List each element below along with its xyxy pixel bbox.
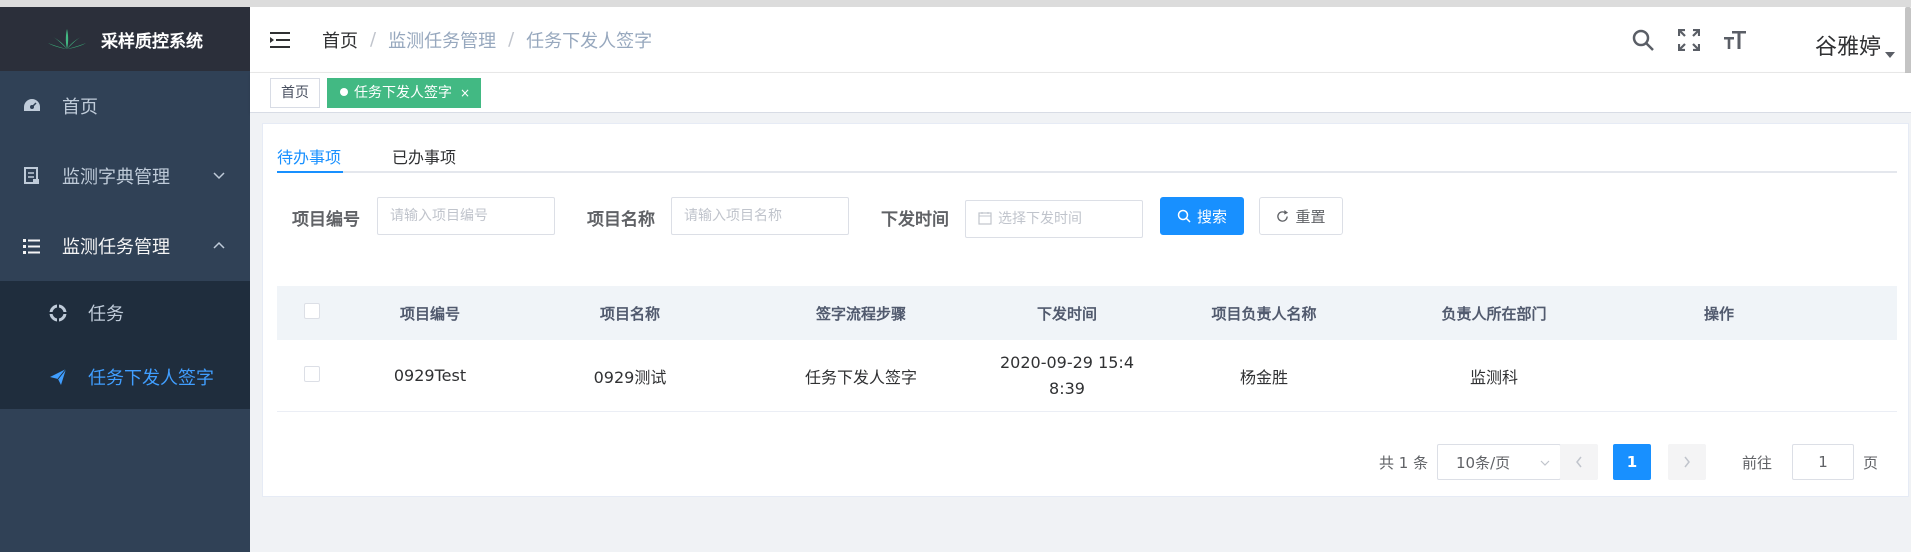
reset-button[interactable]: 重置: [1259, 197, 1343, 235]
project-no-label: 项目编号: [292, 210, 360, 230]
sidebar-item-label: 监测任务管理: [62, 237, 170, 258]
issue-time-picker[interactable]: 选择下发时间: [965, 200, 1143, 238]
reset-button-label: 重置: [1295, 207, 1326, 226]
app-title: 采样质控系统: [101, 31, 203, 52]
goto-prefix: 前往: [1742, 454, 1773, 472]
column-header[interactable]: 签字流程步骤: [747, 303, 975, 324]
project-no-input[interactable]: 请输入项目编号: [377, 197, 555, 235]
column-header[interactable]: 项目名称: [513, 303, 747, 324]
prev-page-button[interactable]: [1560, 444, 1598, 480]
cell-issue-time-line: 8:39: [1049, 378, 1085, 398]
sidebar-subitem-label: 任务下发人签字: [88, 368, 214, 389]
main-content: 待办事项 已办事项 项目编号 请输入项目编号 项目名称 请输入项目名称 下发时间…: [250, 113, 1911, 552]
cell-issue-time-line: 2020-09-29 15:4: [1000, 352, 1134, 372]
chevron-down-icon: [1540, 460, 1550, 466]
sidebar-item-task-management[interactable]: 监测任务管理: [0, 211, 250, 281]
font-size-icon[interactable]: [1721, 26, 1749, 54]
cell-owner: 杨金胜: [1239, 367, 1288, 387]
goto-page-input[interactable]: 1: [1792, 444, 1854, 480]
row-checkbox[interactable]: [304, 365, 320, 382]
top-navbar: 首页 / 监测任务管理 / 任务下发人签字 谷雅婷: [250, 7, 1911, 89]
pagination-total: 共 1 条: [1379, 454, 1429, 472]
content-card: 待办事项 已办事项 项目编号 请输入项目编号 项目名称 请输入项目名称 下发时间…: [262, 123, 1909, 497]
chevron-right-icon: [1684, 456, 1690, 468]
page-size-select[interactable]: 10条/页: [1437, 444, 1561, 480]
project-name-input[interactable]: 请输入项目名称: [671, 197, 849, 235]
table-row[interactable]: 0929Test 0929测试 任务下发人签字 2020-09-29 15:4 …: [277, 340, 1897, 412]
window-top-border: [0, 0, 1911, 7]
issue-time-placeholder: 选择下发时间: [998, 211, 1082, 227]
chevron-left-icon: [1576, 456, 1582, 468]
page-size-value: 10条/页: [1456, 453, 1511, 472]
project-name-label: 项目名称: [587, 210, 655, 230]
sidebar-subitem-task[interactable]: 任务: [0, 281, 250, 345]
breadcrumb-item: 监测任务管理: [388, 30, 497, 52]
sidebar-item-dictionary[interactable]: 监测字典管理: [0, 141, 250, 211]
breadcrumb-item-home[interactable]: 首页: [322, 27, 358, 53]
tab-active-indicator: [277, 171, 343, 173]
search-button-label: 搜索: [1196, 207, 1227, 226]
tag-label: 任务下发人签字: [354, 85, 452, 101]
lotus-logo-icon: [48, 29, 86, 49]
tab-bar: 待办事项 已办事项: [277, 140, 1897, 173]
lifebuoy-icon: [48, 303, 68, 323]
header-tools: 谷雅婷: [1629, 7, 1911, 89]
issue-time-label: 下发时间: [881, 210, 949, 230]
document-icon: [22, 166, 42, 186]
cell-project-name: 0929测试: [593, 367, 667, 387]
column-header: 操作: [1703, 304, 1734, 323]
tag-task-signer[interactable]: 任务下发人签字 ×: [327, 78, 482, 108]
tab-todo[interactable]: 待办事项: [277, 144, 341, 168]
breadcrumb-item-current: 任务下发人签字: [526, 30, 653, 52]
app-logo-bar[interactable]: 采样质控系统: [0, 7, 250, 71]
tab-done[interactable]: 已办事项: [392, 144, 456, 168]
close-icon[interactable]: ×: [460, 86, 470, 100]
dashboard-icon: [22, 96, 42, 116]
column-header[interactable]: 负责人所在部门: [1369, 303, 1619, 324]
column-header[interactable]: 项目编号: [347, 303, 513, 324]
tags-view: 首页 任务下发人签字 ×: [250, 73, 1911, 113]
search-icon: [1177, 209, 1191, 223]
sidebar-item-label: 首页: [62, 97, 98, 118]
calendar-icon: [978, 212, 992, 225]
submenu-task-management: 任务 任务下发人签字: [0, 281, 250, 409]
sidebar-item-label: 监测字典管理: [62, 167, 170, 188]
sidebar-subitem-task-signer[interactable]: 任务下发人签字: [0, 345, 250, 409]
breadcrumb-separator: /: [508, 29, 515, 50]
task-table: 项目编号 项目名称 签字流程步骤 下发时间 项目负责人名称 负责人所在部门 操作…: [277, 286, 1897, 412]
fullscreen-icon[interactable]: [1675, 26, 1703, 54]
tag-label: 首页: [281, 85, 309, 101]
next-page-button[interactable]: [1668, 444, 1706, 480]
search-button[interactable]: 搜索: [1160, 197, 1244, 235]
user-name[interactable]: 谷雅婷: [1815, 29, 1881, 61]
list-icon: [22, 236, 42, 256]
cell-department: 监测科: [1469, 367, 1518, 387]
send-icon: [48, 367, 68, 387]
hamburger-fold-icon[interactable]: [270, 30, 294, 50]
refresh-icon: [1277, 209, 1289, 222]
sidebar: 采样质控系统 首页 监测字典管理 监测任务管理 任务 任务下发人签字: [0, 7, 250, 552]
sidebar-subitem-label: 任务: [88, 304, 124, 325]
breadcrumb: 首页 / 监测任务管理 / 任务下发人签字: [322, 27, 652, 53]
column-header[interactable]: 下发时间: [975, 303, 1159, 324]
table-header: 项目编号 项目名称 签字流程步骤 下发时间 项目负责人名称 负责人所在部门 操作: [277, 286, 1897, 340]
active-dot-icon: [340, 88, 348, 96]
breadcrumb-separator: /: [370, 29, 377, 50]
caret-down-icon[interactable]: [1885, 51, 1895, 59]
chevron-down-icon: [213, 172, 225, 180]
page-number-current[interactable]: 1: [1613, 444, 1651, 480]
select-all-checkbox[interactable]: [304, 303, 320, 319]
tag-home[interactable]: 首页: [270, 78, 320, 108]
goto-suffix: 页: [1863, 454, 1879, 472]
chevron-up-icon: [213, 241, 225, 249]
sidebar-item-home[interactable]: 首页: [0, 71, 250, 141]
column-header[interactable]: 项目负责人名称: [1159, 303, 1369, 324]
cell-sign-step: 任务下发人签字: [804, 367, 917, 387]
cell-project-no: 0929Test: [393, 366, 467, 385]
search-icon[interactable]: [1629, 26, 1657, 54]
cell-issue-time: 2020-09-29 15:4 8:39: [975, 350, 1159, 402]
